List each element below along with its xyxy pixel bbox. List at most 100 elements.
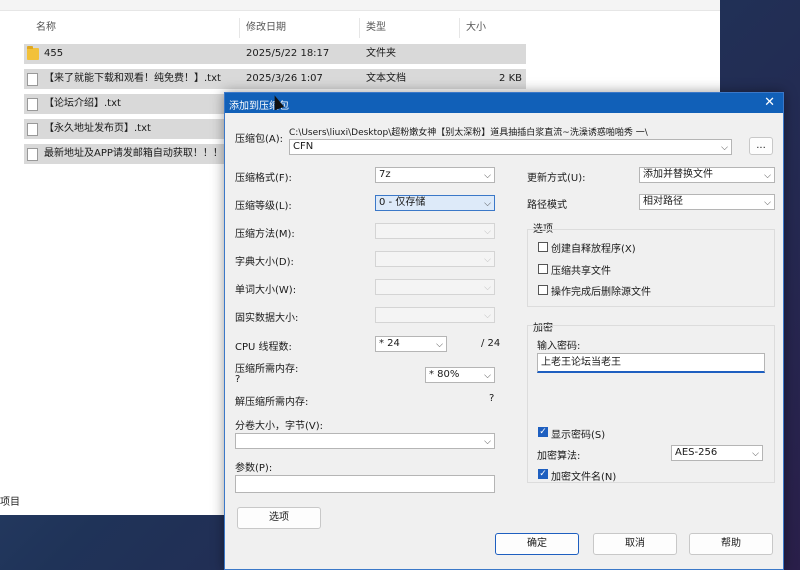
text-file-icon [27, 123, 38, 136]
update-label: 更新方式(U): [527, 173, 586, 184]
path-mode-select[interactable]: 相对路径 ⌵ [639, 194, 775, 210]
encrypt-names-checkbox[interactable]: ✓ [538, 469, 548, 479]
mem-comp-select[interactable]: * 80% ⌵ [425, 367, 495, 383]
enc-method-label: 加密算法: [537, 451, 581, 462]
options-button[interactable]: 选项 [237, 507, 321, 529]
column-header-name[interactable]: 名称 [30, 18, 240, 38]
archive-label: 压缩包(A): [235, 134, 284, 145]
show-password-checkbox[interactable]: ✓ [538, 427, 548, 437]
dict-label: 字典大小(D): [235, 257, 294, 268]
level-label: 压缩等级(L): [235, 201, 292, 212]
add-to-archive-dialog: 添加到压缩包 ✕ 压缩包(A): C:\Users\liuxi\Desktop\… [224, 92, 784, 570]
file-row[interactable]: 【论坛介绍】.txt [24, 94, 224, 114]
solid-select[interactable]: ⌵ [375, 307, 495, 323]
update-select[interactable]: 添加并替换文件 ⌵ [639, 167, 775, 183]
file-name: 455 [44, 48, 64, 59]
file-name: 【论坛介绍】.txt [44, 98, 121, 109]
chevron-down-icon: ⌵ [721, 143, 728, 153]
folder-icon [27, 46, 39, 60]
file-row[interactable]: 最新地址及APP请发邮箱自动获取！！！ [24, 144, 224, 164]
cpu-label: CPU 线程数: [235, 342, 292, 353]
encrypt-names-label: 加密文件名(N) [551, 472, 617, 483]
chevron-down-icon: ⌵ [484, 255, 491, 265]
mem-comp-value: * 80% [429, 369, 460, 380]
show-password-label: 显示密码(S) [551, 430, 606, 441]
chevron-down-icon: ⌵ [752, 449, 759, 459]
dialog-titlebar[interactable]: 添加到压缩包 ✕ [225, 93, 783, 113]
chevron-down-icon: ⌵ [764, 171, 771, 181]
browse-button[interactable]: ... [749, 137, 773, 155]
params-input[interactable] [235, 475, 495, 493]
delete-source-checkbox[interactable] [538, 285, 548, 295]
shared-checkbox[interactable] [538, 264, 548, 274]
help-button[interactable]: 帮助 [689, 533, 773, 555]
word-select[interactable]: ⌵ [375, 279, 495, 295]
dict-select[interactable]: ⌵ [375, 251, 495, 267]
file-size: 2 KB [499, 73, 522, 84]
archive-name-value: CFN [293, 141, 314, 152]
file-row[interactable]: 【永久地址发布页】.txt [24, 119, 224, 139]
column-header-date[interactable]: 修改日期 [240, 18, 360, 38]
file-type: 文本文档 [366, 73, 406, 84]
file-row[interactable]: 【来了就能下载和观看！纯免费！】.txt 2025/3/26 1:07 文本文档… [24, 69, 526, 89]
mem-comp-label: 压缩所需内存: [235, 364, 299, 375]
enc-method-value: AES-256 [675, 447, 718, 458]
sfx-label: 创建自释放程序(X) [551, 244, 636, 255]
format-value: 7z [379, 169, 391, 180]
chevron-down-icon: ⌵ [484, 171, 491, 181]
format-select[interactable]: 7z ⌵ [375, 167, 495, 183]
solid-label: 固实数据大小: [235, 313, 299, 324]
chevron-down-icon: ⌵ [484, 437, 491, 447]
chevron-down-icon: ⌵ [484, 371, 491, 381]
mem-comp-unknown: ? [235, 374, 241, 385]
params-label: 参数(P): [235, 463, 273, 474]
chevron-down-icon: ⌵ [484, 311, 491, 321]
cpu-value: * 24 [379, 338, 400, 349]
cpu-select[interactable]: * 24 ⌵ [375, 336, 447, 352]
path-mode-label: 路径模式 [527, 200, 567, 211]
file-type: 文件夹 [366, 48, 396, 59]
archive-name-combo[interactable]: CFN ⌵ [289, 139, 732, 155]
level-select[interactable]: 0 - 仅存储 ⌵ [375, 195, 495, 211]
delete-source-label: 操作完成后删除源文件 [551, 287, 651, 298]
sfx-checkbox[interactable] [538, 242, 548, 252]
mem-decomp-value: ? [489, 393, 495, 404]
volume-select[interactable]: ⌵ [235, 433, 495, 449]
level-value: 0 - 仅存储 [379, 197, 426, 208]
volume-label: 分卷大小，字节(V): [235, 421, 324, 432]
chevron-down-icon: ⌵ [436, 340, 443, 350]
ok-button[interactable]: 确定 [495, 533, 579, 555]
column-header-size[interactable]: 大小 [460, 18, 530, 38]
format-label: 压缩格式(F): [235, 173, 292, 184]
enc-method-select[interactable]: AES-256 ⌵ [671, 445, 763, 461]
cancel-button[interactable]: 取消 [593, 533, 677, 555]
text-file-icon [27, 148, 38, 161]
file-size [464, 44, 522, 64]
shared-label: 压缩共享文件 [551, 266, 611, 277]
file-name: 【永久地址发布页】.txt [44, 123, 151, 134]
cpu-max: / 24 [481, 338, 501, 349]
file-date: 2025/3/26 1:07 [246, 73, 323, 84]
chevron-down-icon: ⌵ [484, 199, 491, 209]
chevron-down-icon: ⌵ [484, 283, 491, 293]
file-date: 2025/5/22 18:17 [246, 48, 330, 59]
explorer-toolbar [0, 0, 720, 11]
column-header-type[interactable]: 类型 [360, 18, 460, 38]
update-value: 添加并替换文件 [643, 169, 713, 180]
method-select[interactable]: ⌵ [375, 223, 495, 239]
text-file-icon [27, 73, 38, 86]
method-label: 压缩方法(M): [235, 229, 295, 240]
chevron-down-icon: ⌵ [484, 227, 491, 237]
text-file-icon [27, 98, 38, 111]
status-bar-text: 项目 [0, 497, 20, 508]
file-row[interactable]: 455 2025/5/22 18:17 文件夹 [24, 44, 526, 64]
close-icon[interactable]: ✕ [764, 95, 775, 110]
mem-decomp-label: 解压缩所需内存: [235, 397, 309, 408]
password-input[interactable]: 上老王论坛当老王 [537, 353, 765, 373]
archive-path: C:\Users\liuxi\Desktop\超粉嫩女神【别太深粉】道具抽插白浆… [289, 128, 648, 138]
word-label: 单词大小(W): [235, 285, 297, 296]
chevron-down-icon: ⌵ [764, 198, 771, 208]
file-name: 【来了就能下载和观看！纯免费！】.txt [44, 73, 221, 84]
path-mode-value: 相对路径 [643, 196, 683, 207]
file-name: 最新地址及APP请发邮箱自动获取！！！ [44, 148, 222, 159]
